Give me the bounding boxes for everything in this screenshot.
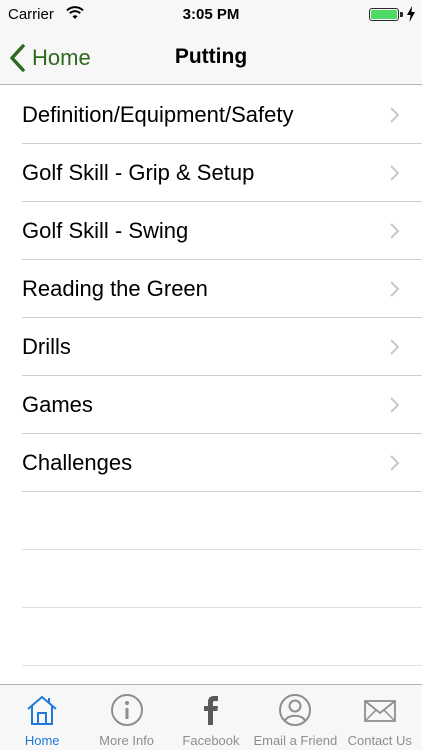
empty-row <box>0 550 422 608</box>
user-icon <box>279 694 312 726</box>
list-item-games[interactable]: Games <box>0 376 422 434</box>
charging-bolt-icon <box>407 6 415 22</box>
chevron-right-icon <box>390 223 400 239</box>
chevron-right-icon <box>390 397 400 413</box>
page-title: Putting <box>174 45 248 68</box>
chevron-right-icon <box>390 281 400 297</box>
tab-more-info[interactable]: More Info <box>84 685 168 750</box>
tab-bar: Home More Info Facebook Email a Friend C… <box>0 684 422 750</box>
list-item-reading-green[interactable]: Reading the Green <box>0 260 422 318</box>
battery-tip <box>400 12 403 17</box>
tab-label: Home <box>24 733 60 748</box>
chevron-right-icon <box>390 339 400 355</box>
tab-facebook[interactable]: Facebook <box>169 685 253 750</box>
chevron-right-icon <box>390 455 400 471</box>
list-item-definition[interactable]: Definition/Equipment/Safety <box>0 86 422 144</box>
tab-label: Email a Friend <box>253 733 338 748</box>
list-item-label: Reading the Green <box>22 276 208 301</box>
tab-label: More Info <box>99 733 155 748</box>
info-icon <box>110 694 143 726</box>
chevron-right-icon <box>390 165 400 181</box>
chevron-right-icon <box>390 107 400 123</box>
facebook-icon <box>203 696 218 725</box>
home-icon <box>27 696 57 725</box>
list-item-label: Golf Skill - Swing <box>22 218 189 243</box>
battery-icon <box>369 8 399 21</box>
list-item-label: Challenges <box>22 450 133 475</box>
topic-list: Definition/Equipment/Safety Golf Skill -… <box>0 86 422 666</box>
tab-label: Contact Us <box>347 733 412 748</box>
list-item-drills[interactable]: Drills <box>0 318 422 376</box>
list-item-label: Drills <box>22 334 71 359</box>
list-item-grip-setup[interactable]: Golf Skill - Grip & Setup <box>0 144 422 202</box>
empty-row <box>0 492 422 550</box>
list-item-label: Games <box>22 392 93 417</box>
clock: 3:05 PM <box>182 6 240 23</box>
tab-email-a-friend[interactable]: Email a Friend <box>253 685 337 750</box>
tab-home[interactable]: Home <box>0 685 84 750</box>
empty-row <box>0 608 422 666</box>
tab-contact-us[interactable]: Contact Us <box>338 685 422 750</box>
navigation-bar: Home Putting <box>0 30 422 85</box>
envelope-icon <box>363 700 396 722</box>
list-item-swing[interactable]: Golf Skill - Swing <box>0 202 422 260</box>
list-item-label: Golf Skill - Grip & Setup <box>22 160 255 185</box>
list-item-challenges[interactable]: Challenges <box>0 434 422 492</box>
list-item-label: Definition/Equipment/Safety <box>22 102 294 127</box>
status-bar: Carrier 3:05 PM <box>0 0 422 30</box>
tab-label: Facebook <box>182 733 240 748</box>
